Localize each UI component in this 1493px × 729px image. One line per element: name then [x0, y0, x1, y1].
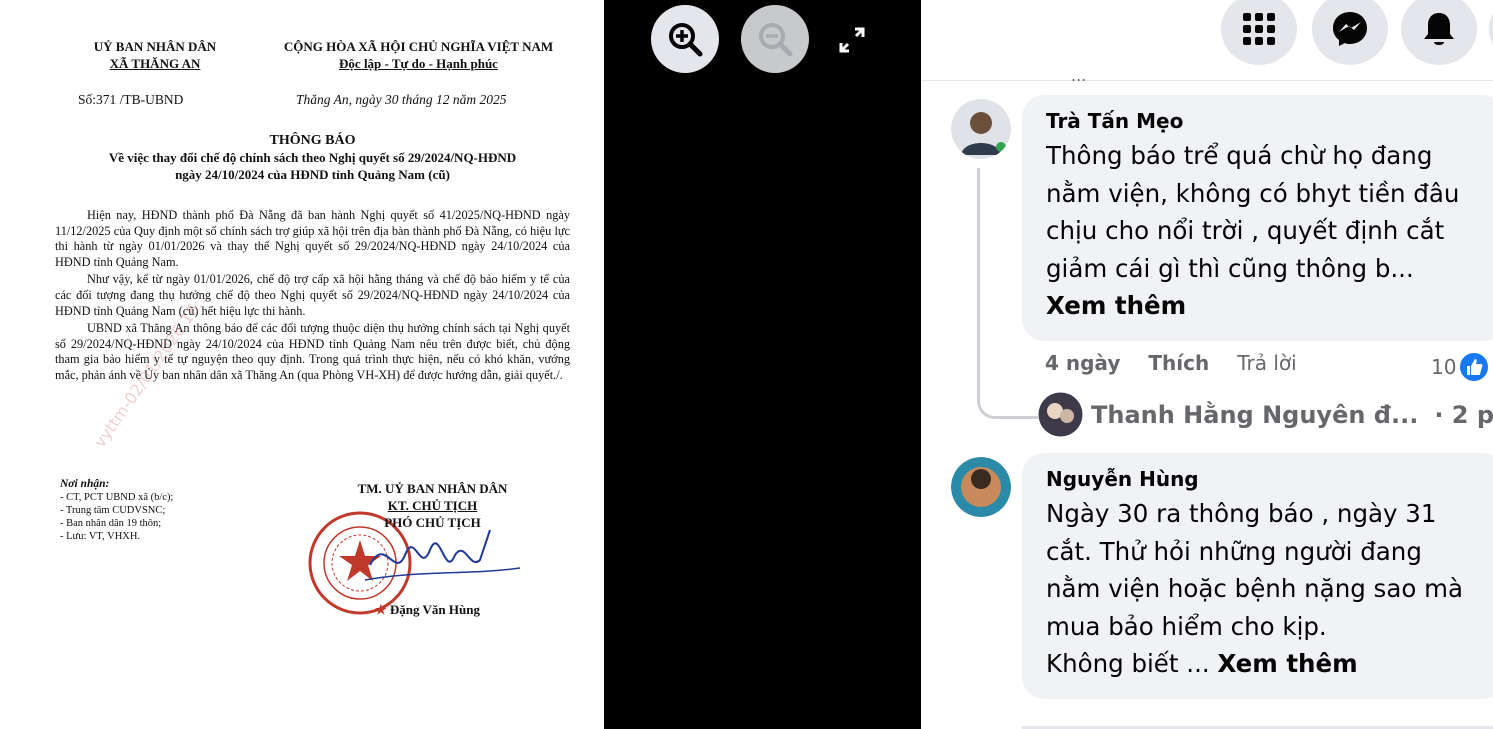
reply-author-name: Thanh Hằng Nguyên đ... — [1091, 400, 1419, 429]
doc-header-left: UỶ BAN NHÂN DÂN XÃ THĂNG AN — [55, 38, 255, 72]
comment-text: Thông báo trể quá chừ họ đang nằm viện, … — [1046, 137, 1480, 325]
comment-text: Ngày 30 ra thông báo , ngày 31 cắt. Thử … — [1046, 495, 1480, 683]
doc-sign-line: TM. UỶ BAN NHÂN DÂN — [357, 481, 508, 496]
bell-icon — [1424, 13, 1454, 45]
reply-time: · 2 phả — [1434, 400, 1493, 429]
comment-body: Không biết ... — [1046, 649, 1210, 678]
document-image: UỶ BAN NHÂN DÂN XÃ THĂNG AN CỘNG HÒA XÃ … — [0, 0, 604, 729]
doc-sign-line: KT. CHỦ TỊCH — [387, 498, 478, 513]
doc-recipient: - Trung tâm CUDVSNC; — [60, 505, 166, 516]
doc-national-title: CỘNG HÒA XÃ HỘI CHỦ NGHĨA VIỆT NAM — [283, 39, 554, 54]
comment-time[interactable]: 4 ngày — [1045, 351, 1120, 375]
doc-commune-name: XÃ THĂNG AN — [109, 56, 201, 71]
fullscreen-button[interactable] — [832, 20, 872, 60]
commenter-avatar[interactable] — [951, 457, 1011, 517]
reaction-count[interactable]: 10 — [1431, 351, 1491, 383]
doc-body: Hiện nay, HĐND thành phố Đà Nẵng đã ban … — [55, 208, 570, 386]
see-more-link[interactable]: Xem thêm — [1217, 649, 1357, 678]
comment-body: Ngày 30 ra thông báo , ngày 31 cắt. Thử … — [1046, 499, 1463, 641]
doc-recipients-title: Nơi nhận: — [60, 478, 110, 490]
cut-off-text: ... — [1071, 66, 1087, 85]
commenter-name[interactable]: Nguyễn Hùng — [1046, 467, 1480, 491]
profile-photo-icon — [951, 457, 1011, 517]
doc-title: THÔNG BÁO — [269, 133, 356, 148]
commenter-name[interactable]: Trà Tấn Mẹo — [1046, 109, 1480, 133]
notifications-button[interactable] — [1401, 0, 1477, 65]
doc-motto: Độc lập - Tự do - Hạnh phúc — [339, 56, 498, 71]
fullscreen-icon — [839, 27, 865, 53]
doc-paragraph: UBND xã Thăng An thông báo để các đối tư… — [55, 321, 570, 382]
photo-viewer-backdrop — [604, 0, 921, 729]
doc-signer-text: Đặng Văn Hùng — [389, 602, 480, 617]
apps-menu-button[interactable] — [1221, 0, 1297, 65]
reply-button[interactable]: Trả lời — [1237, 351, 1296, 375]
zoom-out-button[interactable] — [741, 5, 809, 73]
doc-signer-name: ★ Đặng Văn Hùng — [375, 602, 480, 618]
zoom-in-button[interactable] — [651, 5, 719, 73]
star-icon: ★ — [375, 602, 390, 617]
like-button[interactable]: Thích — [1148, 351, 1209, 375]
zoom-in-icon — [669, 23, 703, 57]
messenger-button[interactable] — [1312, 0, 1388, 65]
doc-date: Thăng An, ngày 30 tháng 12 năm 2025 — [296, 92, 507, 107]
doc-recipients: Nơi nhận: - CT, PCT UBND xã (b/c); - Tru… — [60, 478, 173, 543]
apps-icon — [1243, 13, 1275, 45]
doc-subtitle-2: ngày 24/10/2024 của HĐND tỉnh Quảng Nam … — [175, 167, 450, 182]
reply-preview[interactable]: Thanh Hằng Nguyên đ... · 2 phả — [1038, 392, 1493, 437]
doc-paragraph: Hiện nay, HĐND thành phố Đà Nẵng đã ban … — [55, 208, 570, 269]
comment-bubble: Trà Tấn Mẹo Thông báo trể quá chừ họ đan… — [1022, 95, 1493, 341]
doc-title-block: THÔNG BÁO Về việc thay đổi chế độ chính … — [55, 132, 570, 183]
doc-org-name: UỶ BAN NHÂN DÂN — [93, 39, 217, 54]
doc-recipient: - Ban nhân dân 19 thôn; — [60, 518, 162, 529]
comment-bubble: Nguyễn Hùng Ngày 30 ra thông báo , ngày … — [1022, 453, 1493, 699]
reply-avatar-icon — [1038, 392, 1083, 437]
doc-subtitle-1: Về việc thay đổi chế độ chính sách theo … — [108, 150, 517, 165]
profile-photo-icon — [951, 99, 1011, 159]
doc-recipient: - CT, PCT UBND xã (b/c); — [60, 492, 174, 503]
comment-body: Thông báo trể quá chừ họ đang nằm viện, … — [1046, 141, 1460, 283]
doc-paragraph: Như vậy, kể từ ngày 01/01/2026, chế độ t… — [55, 272, 570, 318]
handwritten-signature — [364, 529, 521, 581]
commenter-avatar[interactable] — [951, 99, 1011, 159]
like-reaction-icon — [1458, 351, 1491, 383]
comment-actions: 4 ngày Thích Trả lời — [1045, 351, 1297, 375]
comments-panel: ... Trà Tấn Mẹo Thông báo trể quá chừ họ… — [921, 0, 1493, 729]
messenger-icon — [1333, 12, 1367, 46]
doc-recipient: - Lưu: VT, VHXH. — [60, 531, 141, 542]
reaction-number: 10 — [1431, 355, 1457, 379]
doc-number: Số:371 /TB-UBND — [78, 92, 184, 107]
see-more-link[interactable]: Xem thêm — [1046, 291, 1186, 320]
doc-header-right: CỘNG HÒA XÃ HỘI CHỦ NGHĨA VIỆT NAM Độc l… — [246, 38, 591, 72]
account-button[interactable] — [1489, 0, 1493, 65]
zoom-out-icon — [759, 23, 793, 57]
top-navigation-bar: ... — [921, 0, 1493, 85]
